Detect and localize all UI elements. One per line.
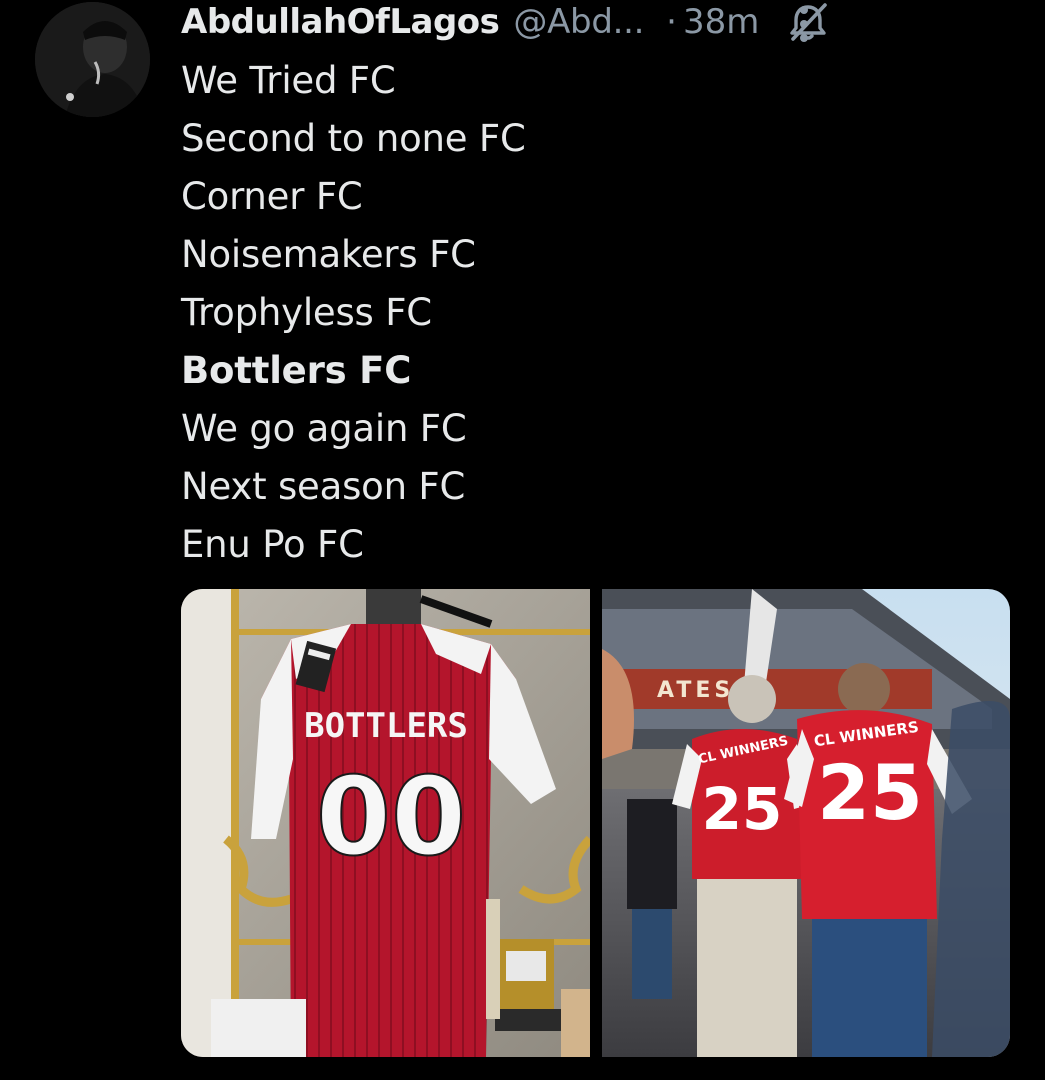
- author-handle[interactable]: @Abd...: [513, 2, 644, 42]
- tweet-line: Second to none FC: [181, 117, 526, 160]
- separator: ·: [666, 2, 677, 42]
- avatar-image: [35, 2, 150, 117]
- tweet-line: Noisemakers FC: [181, 233, 476, 276]
- more-dot: [800, 6, 808, 14]
- tweet-line: Next season FC: [181, 465, 466, 508]
- more-options-icon[interactable]: [792, 6, 816, 42]
- tweet-line: Trophyless FC: [181, 291, 432, 334]
- tweet-line: Corner FC: [181, 175, 363, 218]
- shirt-number-1: 25: [701, 775, 782, 843]
- media-grid: BOTTLERS 00 ATES CL WINNERS 25 CL WINNER…: [181, 589, 1010, 1057]
- jersey-number: 00: [316, 755, 466, 880]
- tweet-text: We Tried FC Second to none FC Corner FC …: [181, 52, 1001, 574]
- shirt-number-2: 25: [817, 748, 923, 837]
- jersey-name: BOTTLERS: [304, 706, 468, 746]
- tweet-line: We go again FC: [181, 407, 467, 450]
- jersey-photo[interactable]: BOTTLERS 00: [181, 589, 590, 1057]
- avatar[interactable]: [35, 2, 150, 117]
- more-dot: [800, 34, 808, 42]
- tweet-line: We Tried FC: [181, 59, 396, 102]
- stadium-sign: ATES: [657, 678, 734, 703]
- tweet-line-bold: Bottlers FC: [181, 349, 412, 392]
- tweet-line: Enu Po FC: [181, 523, 364, 566]
- more-dot: [800, 20, 808, 28]
- author-display-name[interactable]: AbdullahOfLagos: [181, 2, 500, 42]
- tweet-header: AbdullahOfLagos @Abd... · 38m: [181, 0, 1021, 44]
- stadium-fans-photo[interactable]: ATES CL WINNERS 25 CL WINNERS 25: [601, 589, 1011, 1057]
- timestamp[interactable]: 38m: [683, 2, 759, 42]
